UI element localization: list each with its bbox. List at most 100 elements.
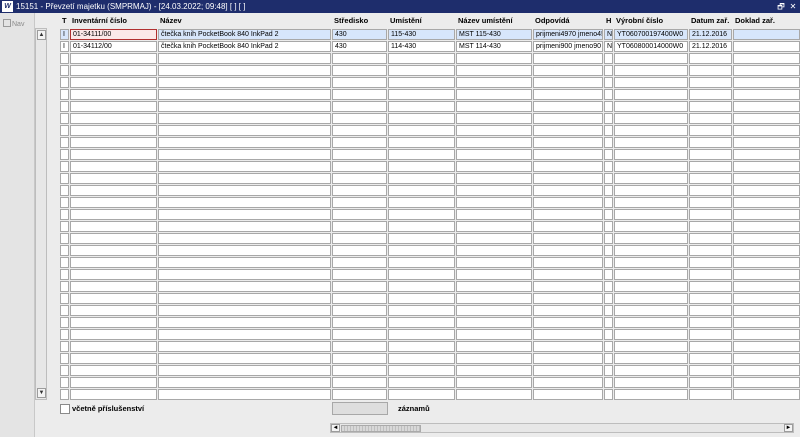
cell-name[interactable] <box>158 77 331 88</box>
cell-center[interactable] <box>332 305 387 316</box>
cell-serial-number[interactable] <box>614 89 688 100</box>
cell-serial-number[interactable] <box>614 149 688 160</box>
cell-serial-number[interactable] <box>614 389 688 400</box>
cell-serial-number[interactable] <box>614 221 688 232</box>
cell-t[interactable] <box>60 341 69 352</box>
cell-t[interactable] <box>60 65 69 76</box>
cell-location-name[interactable] <box>456 149 532 160</box>
cell-center[interactable] <box>332 173 387 184</box>
cell-serial-number[interactable] <box>614 113 688 124</box>
cell-serial-number[interactable] <box>614 305 688 316</box>
cell-t[interactable] <box>60 209 69 220</box>
cell-t[interactable] <box>60 281 69 292</box>
cell-location[interactable]: 114-430 <box>388 41 455 52</box>
table-row[interactable] <box>59 233 800 245</box>
cell-location[interactable] <box>388 65 455 76</box>
cell-document[interactable] <box>733 125 800 136</box>
cell-name[interactable] <box>158 185 331 196</box>
cell-responsible[interactable] <box>533 101 603 112</box>
cell-center[interactable] <box>332 281 387 292</box>
column-header-inventory-number[interactable]: Inventární číslo <box>72 16 127 25</box>
cell-document[interactable] <box>733 209 800 220</box>
table-row[interactable] <box>59 185 800 197</box>
cell-center[interactable] <box>332 161 387 172</box>
cell-location-name[interactable] <box>456 317 532 328</box>
cell-serial-number[interactable] <box>614 293 688 304</box>
cell-date[interactable] <box>689 317 732 328</box>
cell-name[interactable] <box>158 221 331 232</box>
cell-name[interactable] <box>158 173 331 184</box>
cell-center[interactable] <box>332 137 387 148</box>
cell-inventory-number[interactable]: 01-34111/00 <box>70 29 157 40</box>
cell-document[interactable] <box>733 233 800 244</box>
table-row[interactable] <box>59 245 800 257</box>
cell-t[interactable] <box>60 389 69 400</box>
cell-name[interactable] <box>158 161 331 172</box>
cell-name[interactable] <box>158 365 331 376</box>
cell-name[interactable] <box>158 89 331 100</box>
cell-date[interactable] <box>689 305 732 316</box>
cell-t[interactable] <box>60 173 69 184</box>
cell-location[interactable] <box>388 149 455 160</box>
cell-document[interactable] <box>733 257 800 268</box>
cell-inventory-number[interactable] <box>70 329 157 340</box>
cell-name[interactable]: čtečka knih PocketBook 840 InkPad 2 <box>158 41 331 52</box>
cell-center[interactable] <box>332 185 387 196</box>
cell-name[interactable] <box>158 65 331 76</box>
cell-inventory-number[interactable] <box>70 101 157 112</box>
cell-center[interactable] <box>332 89 387 100</box>
cell-serial-number[interactable] <box>614 341 688 352</box>
cell-location-name[interactable] <box>456 365 532 376</box>
cell-h[interactable] <box>604 209 613 220</box>
cell-date[interactable] <box>689 257 732 268</box>
cell-name[interactable] <box>158 353 331 364</box>
cell-serial-number[interactable] <box>614 317 688 328</box>
cell-location-name[interactable] <box>456 209 532 220</box>
cell-t[interactable] <box>60 197 69 208</box>
cell-location-name[interactable] <box>456 293 532 304</box>
cell-inventory-number[interactable] <box>70 77 157 88</box>
cell-name[interactable] <box>158 305 331 316</box>
cell-date[interactable]: 21.12.2016 <box>689 29 732 40</box>
cell-inventory-number[interactable] <box>70 197 157 208</box>
cell-t[interactable]: I <box>60 41 69 52</box>
cell-document[interactable] <box>733 137 800 148</box>
cell-date[interactable] <box>689 377 732 388</box>
cell-location[interactable] <box>388 197 455 208</box>
cell-responsible[interactable] <box>533 245 603 256</box>
table-row[interactable] <box>59 341 800 353</box>
cell-t[interactable] <box>60 149 69 160</box>
cell-center[interactable] <box>332 389 387 400</box>
cell-h[interactable] <box>604 305 613 316</box>
cell-document[interactable] <box>733 77 800 88</box>
cell-location-name[interactable] <box>456 125 532 136</box>
cell-inventory-number[interactable]: 01-34112/00 <box>70 41 157 52</box>
cell-center[interactable] <box>332 125 387 136</box>
cell-location[interactable] <box>388 77 455 88</box>
table-row[interactable] <box>59 53 800 65</box>
cell-responsible[interactable] <box>533 329 603 340</box>
cell-document[interactable] <box>733 269 800 280</box>
cell-location[interactable] <box>388 329 455 340</box>
cell-serial-number[interactable] <box>614 185 688 196</box>
cell-document[interactable] <box>733 173 800 184</box>
cell-location-name[interactable] <box>456 113 532 124</box>
cell-date[interactable] <box>689 269 732 280</box>
cell-responsible[interactable] <box>533 233 603 244</box>
cell-date[interactable] <box>689 137 732 148</box>
cell-serial-number[interactable] <box>614 233 688 244</box>
cell-h[interactable] <box>604 149 613 160</box>
cell-responsible[interactable] <box>533 377 603 388</box>
cell-center[interactable] <box>332 329 387 340</box>
cell-h[interactable] <box>604 77 613 88</box>
cell-responsible[interactable] <box>533 365 603 376</box>
cell-location[interactable] <box>388 245 455 256</box>
column-header-document[interactable]: Doklad zař. <box>735 16 775 25</box>
cell-serial-number[interactable] <box>614 197 688 208</box>
table-row[interactable] <box>59 197 800 209</box>
cell-t[interactable] <box>60 113 69 124</box>
cell-inventory-number[interactable] <box>70 305 157 316</box>
cell-inventory-number[interactable] <box>70 269 157 280</box>
cell-h[interactable] <box>604 101 613 112</box>
table-row[interactable] <box>59 209 800 221</box>
